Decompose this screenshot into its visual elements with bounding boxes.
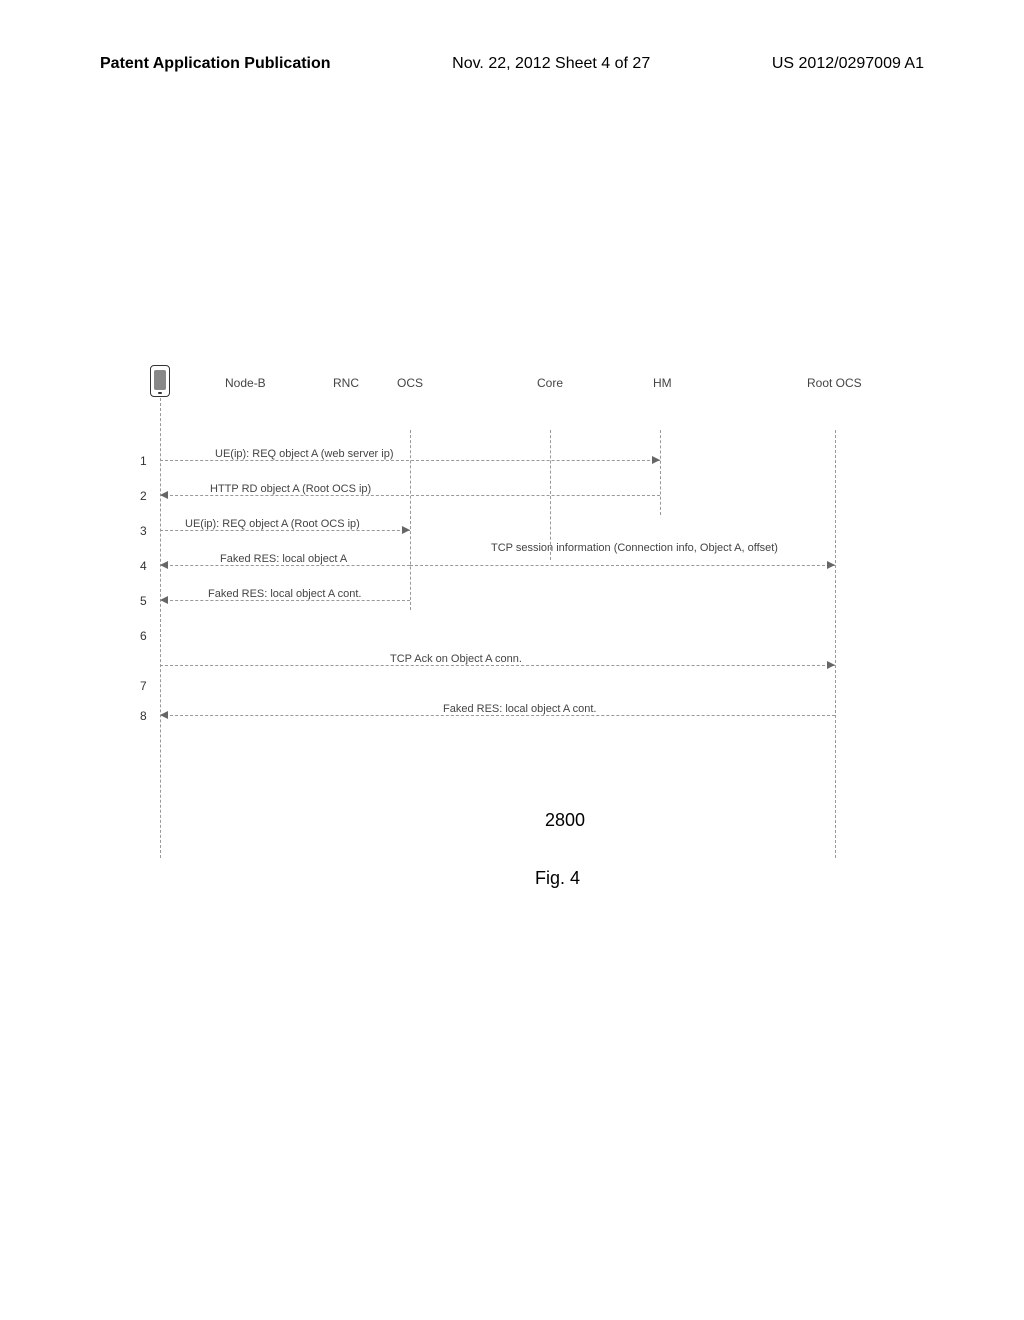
- arrow-head-8: [160, 711, 168, 719]
- message-3: UE(ip): REQ object A (Root OCS ip): [185, 518, 360, 530]
- step-number-2: 2: [140, 489, 147, 503]
- message-1: UE(ip): REQ object A (web server ip): [215, 448, 394, 460]
- header-left: Patent Application Publication: [100, 55, 331, 73]
- arrow-4: [160, 565, 410, 566]
- sequence-diagram: Node-B RNC OCS Core HM Root OCS 1 UE(ip)…: [155, 370, 875, 870]
- arrow-1: [160, 460, 660, 461]
- participant-node-b: Node-B: [225, 376, 266, 390]
- participant-root-ocs: Root OCS: [807, 376, 862, 390]
- step-number-5: 5: [140, 594, 147, 608]
- arrow-head-4: [160, 561, 168, 569]
- arrow-5: [160, 600, 410, 601]
- page-header: Patent Application Publication Nov. 22, …: [0, 55, 1024, 73]
- step-number-3: 3: [140, 524, 147, 538]
- step-number-6: 6: [140, 629, 147, 643]
- message-2: HTTP RD object A (Root OCS ip): [210, 483, 371, 495]
- step-number-8: 8: [140, 709, 147, 723]
- arrow-head-1: [652, 456, 660, 464]
- phone-icon: [150, 365, 170, 397]
- arrow-3: [160, 530, 410, 531]
- message-8: Faked RES: local object A cont.: [443, 703, 596, 715]
- header-right: US 2012/0297009 A1: [772, 55, 924, 73]
- message-tcp-ack: TCP Ack on Object A conn.: [390, 653, 522, 665]
- participant-ocs: OCS: [397, 376, 423, 390]
- arrow-head-2: [160, 491, 168, 499]
- message-tcp-session: TCP session information (Connection info…: [437, 542, 832, 554]
- step-number-7: 7: [140, 679, 147, 693]
- message-5: Faked RES: local object A cont.: [208, 588, 361, 600]
- arrow-head-3: [402, 526, 410, 534]
- arrow-head-5: [160, 596, 168, 604]
- arrow-head-tcp-ack: [827, 661, 835, 669]
- tcp-session-text: TCP session information (Connection info…: [491, 542, 778, 554]
- arrow-tcp-session: [410, 565, 835, 566]
- arrow-8: [160, 715, 835, 716]
- participant-core: Core: [537, 376, 563, 390]
- lifeline-root-ocs: [835, 430, 836, 858]
- step-number-1: 1: [140, 454, 147, 468]
- reference-number: 2800: [545, 810, 585, 831]
- arrow-2: [160, 495, 660, 496]
- lifeline-hm: [660, 430, 661, 515]
- participant-rnc: RNC: [333, 376, 359, 390]
- message-4: Faked RES: local object A: [220, 553, 347, 565]
- participant-hm: HM: [653, 376, 672, 390]
- lifeline-ue: [160, 398, 161, 858]
- arrow-tcp-ack: [160, 665, 835, 666]
- lifeline-ocs: [410, 430, 411, 610]
- arrow-head-tcp: [827, 561, 835, 569]
- header-center: Nov. 22, 2012 Sheet 4 of 27: [452, 55, 650, 73]
- figure-caption: Fig. 4: [535, 868, 580, 889]
- step-number-4: 4: [140, 559, 147, 573]
